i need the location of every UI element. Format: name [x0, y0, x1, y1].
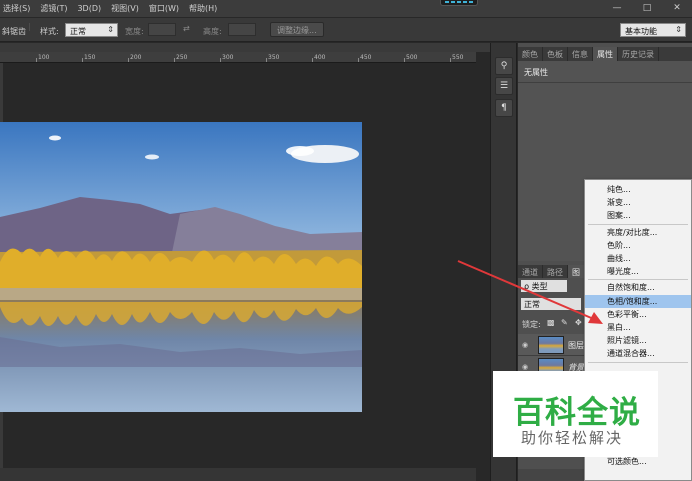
- character-icon[interactable]: ¶: [495, 99, 513, 117]
- watermark-logo: 百科全说: [513, 395, 641, 431]
- maximize-icon[interactable]: □: [632, 0, 662, 15]
- watermark-tagline: 助你轻松解决: [521, 429, 624, 447]
- workspace-dropdown[interactable]: 基本功能: [620, 23, 686, 37]
- menu-item[interactable]: 亮度/对比度...: [585, 226, 691, 239]
- ruler-tick: [128, 58, 129, 62]
- refine-edge-button[interactable]: 调整边缘...: [270, 22, 324, 37]
- close-icon[interactable]: ✕: [662, 0, 692, 15]
- ruler-tick: [82, 58, 83, 62]
- ruler-tick: [450, 58, 451, 62]
- ruler-tick-label: 200: [130, 54, 142, 61]
- style-dropdown[interactable]: 正常: [65, 23, 118, 37]
- menu-item[interactable]: 照片滤镜...: [585, 334, 691, 347]
- swap-icon[interactable]: ⇄: [183, 24, 190, 33]
- tab-history[interactable]: 历史记录: [618, 47, 659, 61]
- tab-info[interactable]: 信息: [568, 47, 593, 61]
- menu-3d[interactable]: 3D(D): [72, 4, 106, 13]
- menu-item[interactable]: 色阶...: [585, 239, 691, 252]
- tab-color[interactable]: 颜色: [518, 47, 543, 61]
- layer-row[interactable]: ◉ 图层: [518, 334, 590, 356]
- ruler-tick: [312, 58, 313, 62]
- menu-window[interactable]: 窗口(W): [144, 3, 184, 14]
- ruler-tick: [220, 58, 221, 62]
- menu-item[interactable]: 通道混合器...: [585, 347, 691, 360]
- menu-item[interactable]: 纯色...: [585, 183, 691, 196]
- ruler-tick: [404, 58, 405, 62]
- ruler-tick-label: 550: [452, 54, 464, 61]
- layer-name: 图层: [568, 341, 584, 350]
- window-controls: — □ ✕: [602, 0, 692, 17]
- brush-presets-icon[interactable]: ⚲: [495, 57, 513, 75]
- width-field[interactable]: [148, 23, 176, 36]
- anti-alias-label[interactable]: 斜锯齿: [2, 26, 26, 37]
- layer-thumbnail: [538, 336, 564, 354]
- menu-bar: 选择(S) 滤镜(T) 3D(D) 视图(V) 窗口(W) 帮助(H): [0, 0, 692, 17]
- menu-item[interactable]: 图案...: [585, 209, 691, 222]
- ruler-tick: [174, 58, 175, 62]
- ruler-tick-label: 300: [222, 54, 234, 61]
- canvas-photo[interactable]: [0, 122, 362, 412]
- ruler-tick: [266, 58, 267, 62]
- menu-separator: [588, 223, 688, 225]
- red-arrow-annotation: [457, 260, 603, 324]
- width-label: 宽度:: [125, 27, 144, 36]
- tool-presets-icon[interactable]: ☰: [495, 77, 513, 95]
- ruler-tick: [358, 58, 359, 62]
- properties-title: 无属性: [524, 68, 548, 77]
- menu-separator: [588, 361, 688, 363]
- document-status-bar: [0, 468, 476, 481]
- menu-filter[interactable]: 滤镜(T): [35, 3, 72, 14]
- menu-help[interactable]: 帮助(H): [184, 3, 222, 14]
- properties-tabs: 颜色 色板 信息 属性 历史记录: [518, 47, 692, 61]
- app-indicator: [440, 0, 478, 6]
- tab-swatches[interactable]: 色板: [543, 47, 568, 61]
- ruler-tick-label: 250: [176, 54, 188, 61]
- menu-view[interactable]: 视图(V): [106, 3, 144, 14]
- options-bar: 斜锯齿 | 样式: 正常 宽度: ⇄ 高度: 调整边缘... 基本功能: [0, 18, 692, 42]
- ruler-tick-label: 450: [360, 54, 372, 61]
- landscape-image: [0, 122, 362, 412]
- style-label: 样式:: [40, 27, 59, 36]
- ruler-tick-label: 500: [406, 54, 418, 61]
- tab-properties[interactable]: 属性: [593, 47, 618, 61]
- ruler-tick: [36, 58, 37, 62]
- ruler-tick-label: 350: [268, 54, 280, 61]
- document-tab-strip: [0, 43, 490, 52]
- height-label: 高度:: [203, 27, 222, 36]
- ruler-tick-label: 400: [314, 54, 326, 61]
- menu-item[interactable]: 渐变...: [585, 196, 691, 209]
- height-field[interactable]: [228, 23, 256, 36]
- divider: [518, 82, 692, 83]
- horizontal-ruler[interactable]: 100 150 200 250 300 350 400 450 500 550: [0, 52, 476, 63]
- ruler-tick-label: 100: [38, 54, 50, 61]
- minimize-icon[interactable]: —: [602, 0, 632, 15]
- menu-select[interactable]: 选择(S): [0, 3, 35, 14]
- eye-icon[interactable]: ◉: [522, 341, 531, 350]
- ruler-tick-label: 150: [84, 54, 96, 61]
